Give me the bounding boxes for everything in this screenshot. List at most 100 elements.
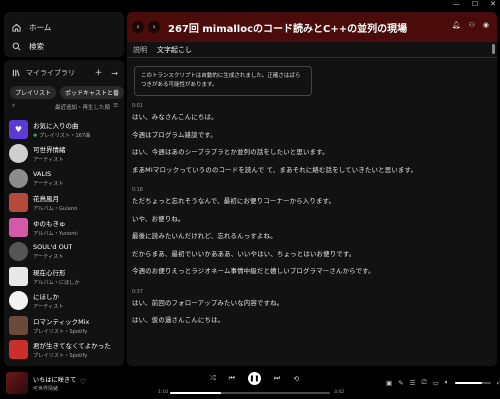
minimize-button[interactable]: — — [453, 0, 460, 8]
transcript-line[interactable]: 今週はプログラム雑談です。 — [132, 131, 477, 141]
library-item-subtitle-text: アーティスト — [33, 157, 64, 164]
back-icon[interactable]: ‹ — [132, 21, 144, 33]
volume-icon[interactable]: 🔈︎ — [445, 378, 449, 387]
library-item-subtitle: アーティスト — [33, 156, 66, 163]
transcript-line[interactable]: はい、前回のフォローアップみたいな内容ですね。 — [132, 299, 477, 309]
library-item-text: ゆのもきゅ アルバム・Yunomi — [33, 218, 78, 237]
library-list: ♥ お気に入りの曲 ✚ プレイリスト・167曲可世界情緒 アーティスト VALIS アーテ… — [4, 117, 124, 362]
library-icon[interactable] — [12, 69, 20, 77]
library-item-subtitle-text: アルバム・Guiano — [33, 206, 78, 213]
forward-icon[interactable]: › — [148, 21, 160, 33]
shuffle-icon[interactable]: ⤮ — [210, 374, 216, 383]
add-icon[interactable]: + — [95, 68, 103, 78]
search-icon — [12, 42, 21, 51]
transcript-line[interactable]: 今週のお便りえっとラジオネーム事情中級だと嬉しいプログラマーさんからです。 — [132, 267, 477, 277]
library-item[interactable]: SOUL'd OUT アーティスト — [4, 240, 124, 265]
library-item-text: 花鳥風月アルバム・Guiano — [33, 193, 77, 212]
library-title[interactable]: マイライブラリ — [26, 68, 75, 78]
library-item[interactable]: ゆのもきゅ アルバム・Yunomi — [4, 215, 124, 240]
volume-fill — [454, 381, 482, 384]
library-item-thumbnail — [9, 144, 28, 164]
segment-timestamp[interactable]: 0:18 — [132, 188, 477, 193]
library-item-subtitle: アルバム・にほしか — [33, 279, 80, 286]
library-item[interactable]: 花鳥風月アルバム・Guiano — [4, 191, 124, 216]
segment-timestamp[interactable]: 0:37 — [132, 290, 477, 295]
queue-icon[interactable]: ☰ — [410, 379, 416, 387]
library-item-title: SOUL'd OUT — [33, 243, 73, 252]
avatar[interactable]: ◉ — [483, 21, 489, 29]
transcript-line[interactable]: はい、今週はあのシープラプラとか並列の話をしたいと思います。 — [132, 148, 477, 158]
library-item[interactable]: 現在心行形 アルバム・にほしか — [4, 264, 124, 289]
transcript-line[interactable]: まあMIマロックっていうののコードを読んで て、まあそれに絡む話をしていきたいと… — [132, 166, 477, 176]
library-item-thumbnail — [9, 242, 28, 262]
device-icon[interactable]: ⎚ — [421, 378, 426, 387]
chip-playlists[interactable]: プレイリスト — [10, 86, 57, 99]
progress-bar[interactable] — [170, 392, 330, 394]
library-item-subtitle-text: アーティスト — [33, 304, 64, 311]
window-controls: — ☐ ✕ — [453, 0, 496, 8]
library-item-thumbnail — [9, 266, 28, 286]
title-bar: — ☐ ✕ — [0, 0, 500, 8]
add-to-library-icon[interactable]: ♡ — [80, 378, 86, 386]
close-button[interactable]: ✕ — [490, 0, 496, 8]
previous-icon[interactable]: ⏮ — [229, 374, 235, 383]
volume-slider[interactable] — [454, 381, 491, 384]
sort-button[interactable]: 最近追加・再生した順 — [55, 103, 110, 111]
library-item[interactable]: にほしかアーティスト — [4, 289, 124, 314]
pause-button[interactable]: ❚❚ — [247, 372, 261, 385]
transcript-line[interactable]: ただちょっと忘れそうなんで、最初にお便りコーナーから入ります。 — [132, 197, 477, 207]
library-item-thumbnail — [9, 193, 28, 213]
header-icons: 🔔︎ ⚇ ◉ — [452, 21, 489, 29]
transcript-line[interactable]: はい、みなさんこんにちは。 — [132, 113, 477, 123]
arrow-right-icon[interactable]: → — [111, 69, 118, 78]
now-playing-art[interactable] — [6, 372, 28, 394]
maximize-button[interactable]: ☐ — [472, 0, 478, 8]
library-item-title: ゆのもきゅ — [33, 219, 66, 228]
library-item-subtitle: アーティスト — [33, 180, 64, 187]
transcript-line[interactable]: だからまあ、最初でいいかあああ、いいやはい、ちょっとはいお便りです。 — [132, 250, 477, 260]
library-item[interactable]: VALIS アーティスト — [4, 166, 124, 191]
library-item-thumbnail: ♥ — [9, 119, 28, 139]
library-item-thumbnail — [9, 340, 28, 360]
nav-search[interactable]: 検索 — [12, 41, 44, 52]
segment-timestamp[interactable]: 0:01 — [132, 104, 477, 109]
repeat-icon[interactable]: ⟲ — [293, 375, 299, 383]
transcript-line[interactable]: 最後に読みたいんだけれど、忘れるんっすよね。 — [132, 232, 477, 242]
total-time: 3:42 — [334, 390, 345, 395]
library-item-title: にほしか — [33, 293, 59, 302]
library-item-text: 可世界情緒 アーティスト — [33, 144, 66, 163]
library-item-thumbnail — [9, 315, 28, 335]
transcript-line[interactable]: はい、仮の過さんこんにちは。 — [132, 316, 477, 326]
library-item-subtitle: ✚ プレイリスト・167曲 — [33, 132, 90, 139]
library-item-text: SOUL'd OUT アーティスト — [33, 243, 72, 260]
miniplayer-icon[interactable]: ▭ — [433, 379, 439, 387]
library-item-text: 現在心行形 アルバム・にほしか — [33, 267, 80, 286]
friends-icon[interactable]: ⚇ — [469, 21, 475, 29]
episode-title: 267回 mimallocのコード読みとC++の並列の現場 — [168, 23, 408, 35]
library-item-subtitle-text: プレイリスト・Spotify — [33, 353, 88, 360]
nav-search-label: 検索 — [29, 42, 44, 51]
list-view-icon[interactable]: ☰ — [113, 103, 118, 111]
now-playing-artist[interactable]: 可世界情緒 — [33, 385, 58, 392]
now-playing-view-icon[interactable]: ▣ — [386, 379, 392, 387]
library-item-title: 花鳥風月 — [33, 195, 59, 204]
transcript-line[interactable]: いや、お便りね。 — [132, 215, 477, 225]
library-item[interactable]: ♥ お気に入りの曲 ✚ プレイリスト・167曲 — [4, 117, 124, 142]
now-playing-title[interactable]: いちはに咲きて — [33, 375, 76, 384]
nav-home[interactable]: ホーム — [12, 22, 51, 33]
transcript-segment: 0:01 はい、みなさんこんにちは。 今週はプログラム雑談です。 はい、今週はあのシー… — [132, 104, 477, 175]
library-item[interactable]: 可世界情緒 アーティスト — [4, 142, 124, 167]
library-item[interactable]: 君が生きてなくてよかった プレイリスト・Spotify — [4, 338, 124, 363]
chip-podcasts[interactable]: ポッドキャストと番 — [60, 86, 124, 99]
extra-controls: ▣ ✎ ☰ ⎚ ▭ 🔈︎ ⤢ — [386, 378, 500, 387]
library-item[interactable]: ロマンティックMix プレイリスト・Spotify — [4, 313, 124, 338]
next-icon[interactable]: ⏭ — [274, 374, 280, 383]
library-item-thumbnail — [9, 217, 28, 237]
episode-header: ‹ › 267回 mimallocのコード読みとC++の並列の現場 🔔︎ ⚇ ◉ — [127, 12, 497, 42]
library-item-subtitle: アーティスト — [33, 253, 72, 260]
library-item-thumbnail — [9, 168, 28, 188]
elapsed-time: 1:10 — [158, 390, 169, 395]
bell-icon[interactable]: 🔔︎ — [452, 21, 461, 29]
scrollbar[interactable] — [492, 44, 495, 54]
lyrics-icon[interactable]: ✎ — [398, 379, 403, 387]
